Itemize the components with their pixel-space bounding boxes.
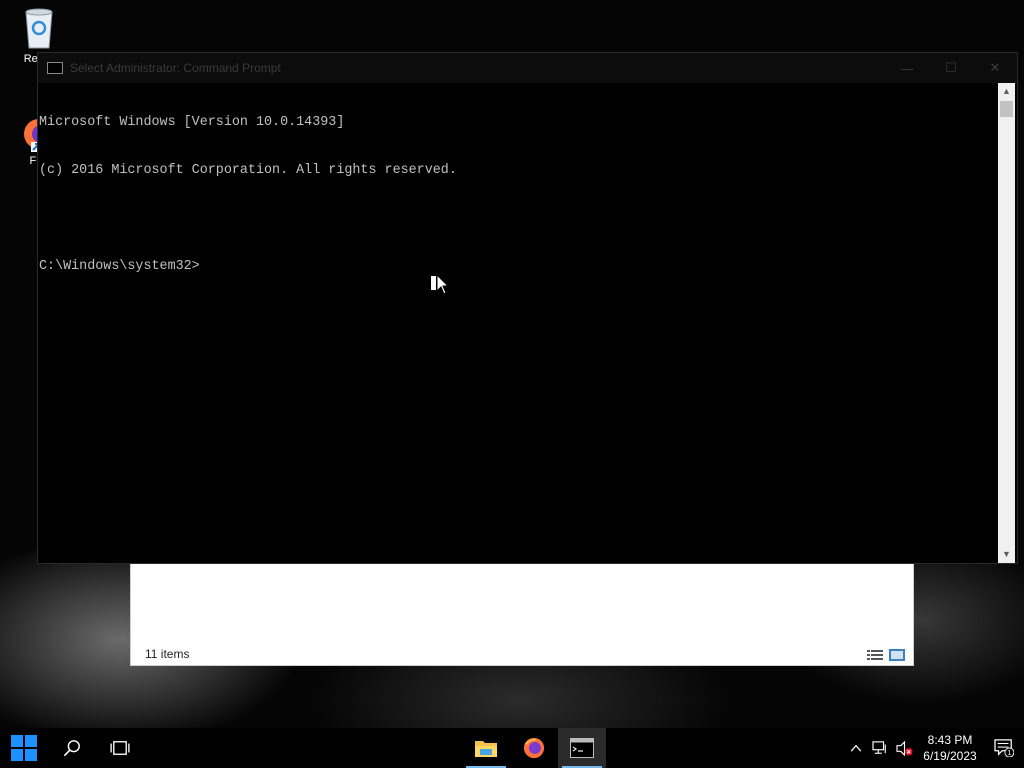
cmd-titlebar[interactable]: Select Administrator: Command Prompt — ☐… — [38, 53, 1017, 83]
taskbar-command-prompt[interactable] — [558, 728, 606, 768]
clock-date: 6/19/2023 — [923, 749, 977, 763]
start-button[interactable] — [0, 728, 48, 768]
minimize-button[interactable]: — — [885, 53, 929, 83]
console-prompt: C:\Windows\system32> — [39, 259, 200, 274]
close-button[interactable]: ✕ — [973, 53, 1017, 83]
search-icon — [63, 740, 80, 757]
scroll-down-arrow-icon[interactable]: ▼ — [998, 546, 1015, 563]
cmd-vertical-scrollbar[interactable]: ▲ ▼ — [998, 83, 1015, 563]
network-button[interactable] — [868, 728, 892, 768]
maximize-button[interactable]: ☐ — [929, 53, 973, 83]
scroll-up-arrow-icon[interactable]: ▲ — [998, 83, 1015, 100]
system-tray: 8:43 PM 6/19/2023 1 — [844, 728, 1024, 768]
network-icon — [872, 741, 886, 754]
taskbar-clock[interactable]: 8:43 PM 6/19/2023 — [916, 732, 984, 764]
file-explorer-window[interactable]: 11 items — [130, 563, 914, 666]
file-explorer-icon — [475, 741, 497, 757]
notification-icon: 1 — [994, 739, 1014, 757]
notification-count-badge: 1 — [1007, 748, 1011, 757]
taskbar-firefox[interactable] — [510, 728, 558, 768]
mouse-cursor-icon — [431, 274, 449, 295]
console-line: Microsoft Windows [Version 10.0.14393] — [39, 115, 345, 130]
start-icon — [11, 735, 37, 761]
explorer-view-buttons — [867, 648, 905, 661]
volume-button[interactable] — [892, 728, 916, 768]
firefox-icon — [523, 737, 545, 759]
taskbar: 8:43 PM 6/19/2023 1 — [0, 728, 1024, 768]
details-view-icon[interactable] — [867, 648, 883, 660]
command-prompt-icon — [47, 62, 63, 74]
explorer-status-text: 11 items — [145, 647, 190, 661]
console-line: (c) 2016 Microsoft Corporation. All righ… — [39, 163, 457, 178]
clock-time: 8:43 PM — [927, 733, 973, 747]
command-prompt-icon — [570, 738, 594, 758]
recycle-bin-icon — [25, 8, 53, 49]
show-hidden-icons-button[interactable] — [844, 728, 868, 768]
action-center-button[interactable]: 1 — [984, 728, 1024, 768]
taskbar-file-explorer[interactable] — [462, 728, 510, 768]
search-button[interactable] — [48, 728, 96, 768]
task-view-icon — [110, 741, 130, 755]
scrollbar-thumb[interactable] — [1000, 101, 1013, 117]
chevron-up-icon — [850, 744, 862, 752]
volume-muted-icon — [895, 740, 912, 756]
console-output[interactable]: Microsoft Windows [Version 10.0.14393] (… — [38, 83, 998, 563]
large-icons-view-icon[interactable] — [889, 648, 905, 661]
task-view-button[interactable] — [96, 728, 144, 768]
command-prompt-window[interactable]: Select Administrator: Command Prompt — ☐… — [38, 53, 1017, 563]
cmd-window-title: Select Administrator: Command Prompt — [70, 61, 281, 75]
